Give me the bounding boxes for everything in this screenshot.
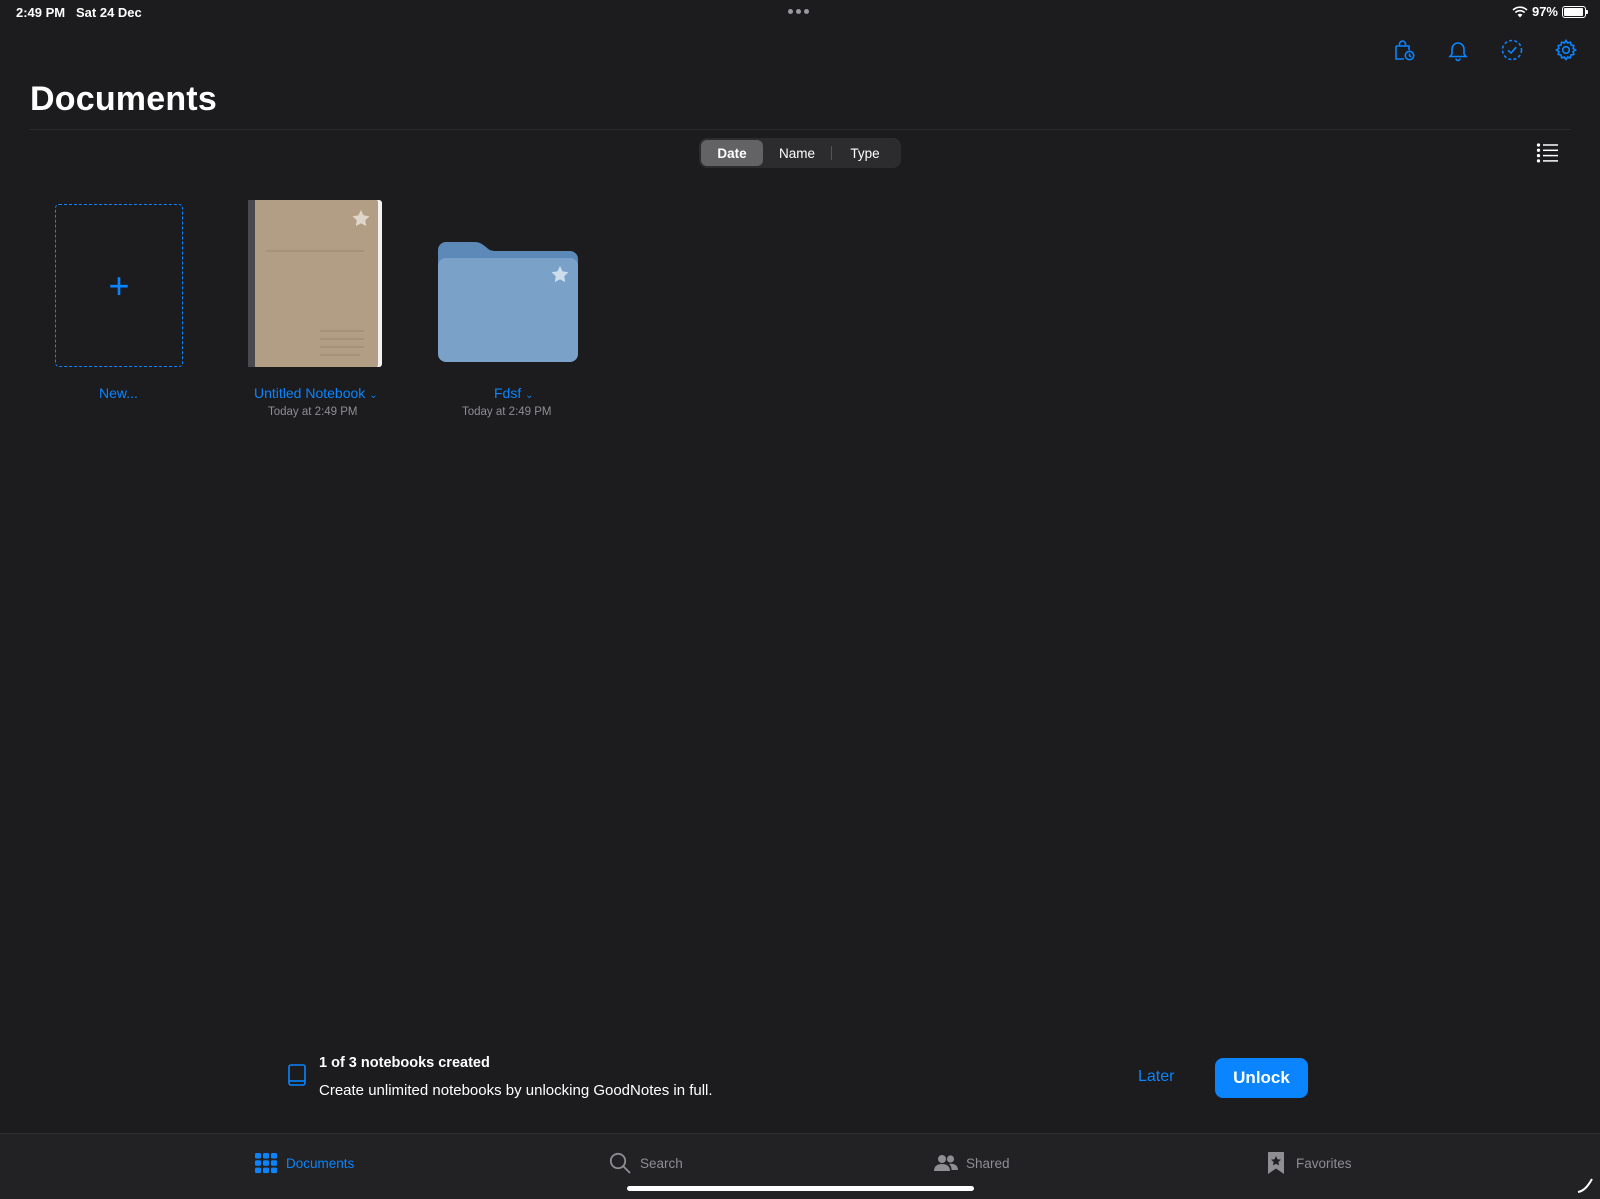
tab-documents-label: Documents <box>286 1155 355 1171</box>
list-view-icon[interactable] <box>1536 142 1560 164</box>
pencil-hover-icon <box>1577 1178 1593 1193</box>
sort-name-button[interactable]: Name <box>763 140 831 166</box>
tab-documents[interactable]: Documents <box>254 1151 354 1175</box>
multitasking-dots-icon[interactable] <box>788 9 809 14</box>
later-button[interactable]: Later <box>1138 1068 1174 1086</box>
tab-favorites-label: Favorites <box>1296 1155 1352 1171</box>
chevron-down-icon: ⌄ <box>369 390 378 401</box>
plus-icon: + <box>108 264 130 306</box>
home-indicator[interactable] <box>627 1186 974 1191</box>
banner-text: Create unlimited notebooks by unlocking … <box>319 1082 713 1099</box>
grid-icon <box>255 1153 277 1174</box>
folder-date: Today at 2:49 PM <box>462 406 552 418</box>
tab-shared-label: Shared <box>966 1155 1010 1171</box>
notebook-thumbnail[interactable] <box>248 200 382 367</box>
unlock-button[interactable]: Unlock <box>1215 1058 1308 1098</box>
title-divider <box>30 129 1570 130</box>
sort-date-button[interactable]: Date <box>701 140 763 166</box>
battery-icon <box>1562 5 1588 18</box>
store-icon[interactable] <box>1390 36 1418 64</box>
top-toolbar <box>1390 36 1580 64</box>
tab-favorites[interactable]: Favorites <box>1264 1151 1352 1175</box>
status-date: Sat 24 Dec <box>76 5 142 20</box>
gear-icon[interactable] <box>1552 36 1580 64</box>
notebook-icon <box>288 1064 306 1086</box>
page-title: Documents <box>30 80 217 118</box>
status-time: 2:49 PM <box>16 5 66 20</box>
status-bar: 2:49 PM Sat 24 Dec 97% <box>0 0 1600 26</box>
tab-shared[interactable]: Shared <box>934 1151 1010 1175</box>
tab-search-label: Search <box>640 1155 683 1171</box>
status-indicators: 97% <box>1512 4 1588 19</box>
people-icon <box>934 1155 958 1171</box>
tab-search[interactable]: Search <box>608 1151 683 1175</box>
sort-segmented-control: Date Name Type <box>699 138 901 168</box>
select-icon[interactable] <box>1498 36 1526 64</box>
notebook-name-label[interactable]: Untitled Notebook ⌄ <box>254 385 378 401</box>
search-icon <box>609 1152 631 1174</box>
new-document-label[interactable]: New... <box>99 385 138 401</box>
banner-title: 1 of 3 notebooks created <box>319 1055 490 1071</box>
bell-icon[interactable] <box>1444 36 1472 64</box>
folder-thumbnail[interactable] <box>438 240 578 362</box>
bookmark-star-icon <box>1268 1152 1284 1174</box>
wifi-icon <box>1512 5 1528 17</box>
new-document-button[interactable]: + <box>55 204 183 367</box>
notebook-date: Today at 2:49 PM <box>268 406 358 418</box>
battery-percent: 97% <box>1531 4 1558 19</box>
sort-type-button[interactable]: Type <box>832 140 898 166</box>
folder-name-label[interactable]: Fdsf ⌄ <box>494 385 534 401</box>
chevron-down-icon: ⌄ <box>525 390 534 401</box>
